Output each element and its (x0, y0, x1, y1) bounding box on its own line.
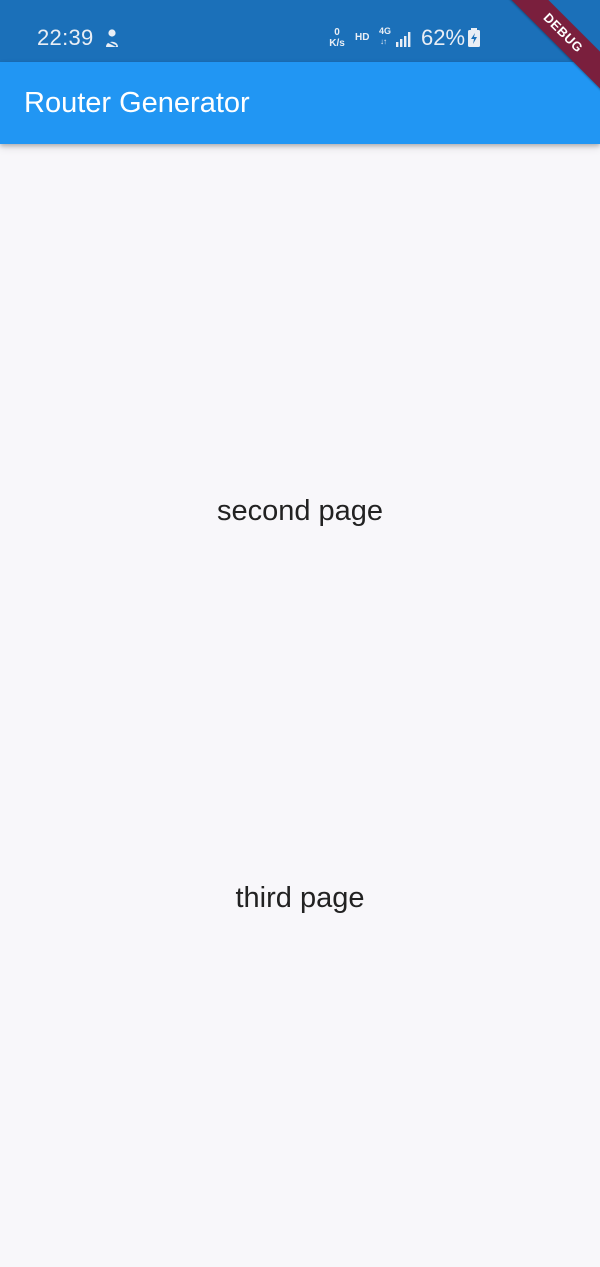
screen: 22:39 0 K/s HD 4G ↓↑ 62% Router Generato… (0, 0, 600, 1267)
second-page-link[interactable]: second page (0, 494, 600, 528)
network-speed: 0 K/s (326, 27, 348, 49)
battery-percent: 62% (421, 25, 466, 50)
app-bar: Router Generator (0, 62, 600, 144)
third-page-link[interactable]: third page (0, 881, 600, 915)
battery-charging-icon (467, 28, 481, 48)
app-title: Router Generator (24, 87, 250, 119)
signal-icon (396, 28, 414, 48)
network-speed-value: 0 (334, 27, 340, 38)
network-speed-unit: K/s (329, 38, 345, 49)
hd-indicator: HD (355, 32, 370, 43)
status-bar: 22:39 0 K/s HD 4G ↓↑ 62% (0, 0, 600, 62)
network-type: 4G (379, 26, 392, 36)
status-time: 22:39 (37, 25, 94, 50)
data-arrows-icon: ↓↑ (380, 37, 387, 46)
person-icon (102, 28, 122, 50)
